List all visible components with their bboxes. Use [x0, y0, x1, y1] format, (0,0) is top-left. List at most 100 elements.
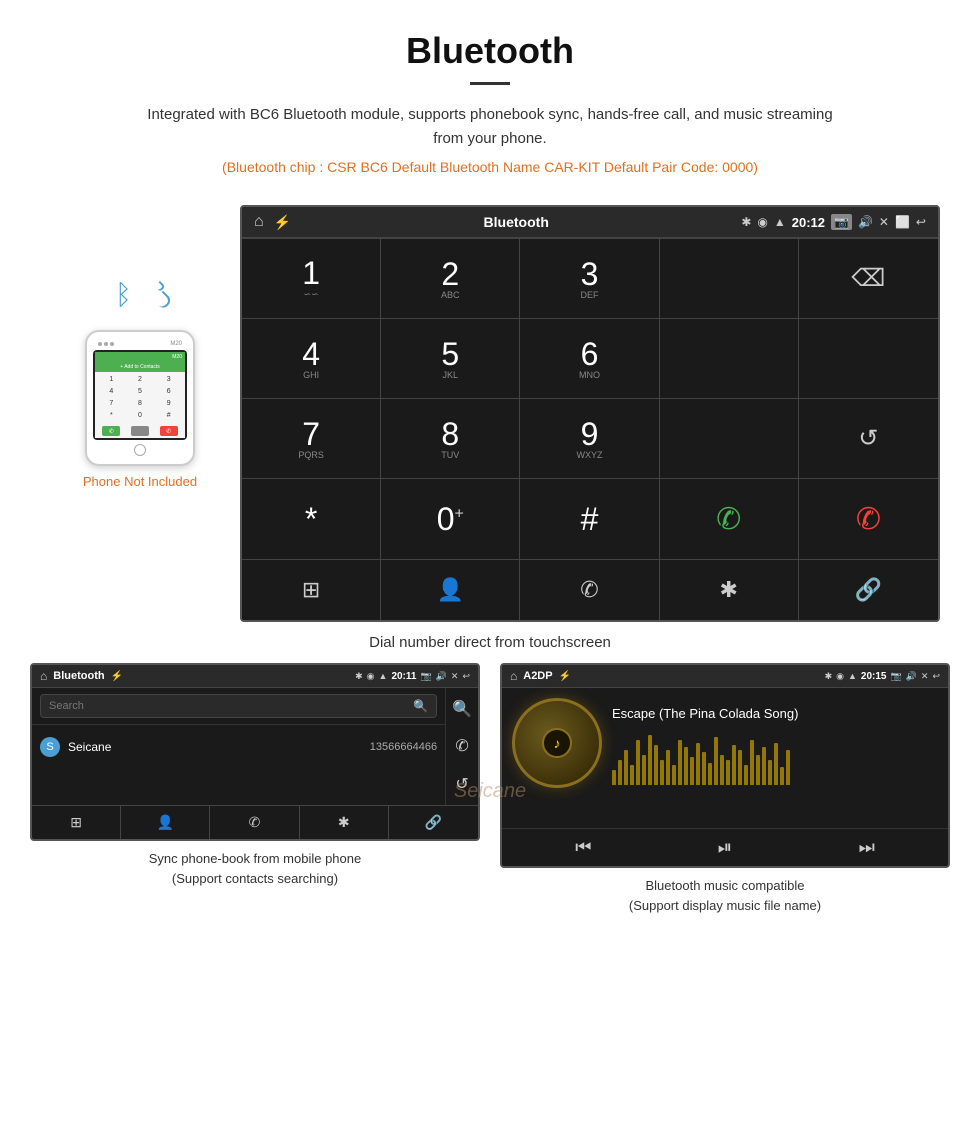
music-loc-icon: ◉ — [836, 671, 844, 682]
toolbar-dialpad-btn[interactable]: ⊞ — [242, 560, 381, 620]
dialpad-call-green[interactable]: ✆ — [660, 479, 799, 559]
dialpad-key-4[interactable]: 4 GHI — [242, 319, 381, 399]
page-header: Bluetooth Integrated with BC6 Bluetooth … — [0, 0, 980, 205]
dialpad-key-1[interactable]: 1 ∽∽ — [242, 239, 381, 319]
music-cam-icon: 📷 — [890, 671, 901, 682]
dialpad-key-2[interactable]: 2 ABC — [381, 239, 520, 319]
play-pause-button[interactable]: ⏯ — [718, 837, 732, 858]
contacts-screen-title: Bluetooth — [53, 670, 104, 682]
phone-bottom-btns: ✆ ✆ — [95, 424, 185, 438]
visualizer-bar — [654, 745, 658, 785]
music-back-icon[interactable]: ↩ — [932, 671, 940, 682]
contacts-time: 20:11 — [391, 671, 416, 682]
visualizer-bar — [708, 763, 712, 785]
phone-top-bar: M20 — [93, 338, 187, 350]
music-status-bar: ⌂ A2DP ⚡ ✱ ◉ ▲ 20:15 📷 🔊 ✕ ↩ — [502, 665, 948, 688]
dialpad-key-hash[interactable]: # — [520, 479, 659, 559]
dialpad-backspace[interactable]: ⌫ — [799, 239, 938, 319]
phone-key-4: 4 — [101, 386, 121, 397]
phone-key-5: 5 — [130, 386, 150, 397]
main-android-screen: ⌂ ⚡ Bluetooth ✱ ◉ ▲ 20:12 📷 🔊 ✕ ⬜ ↩ 1 — [240, 205, 940, 622]
toolbar-phone-btn[interactable]: ✆ — [520, 560, 659, 620]
phone-contacts-label: + Add to Contacts — [95, 362, 185, 372]
music-caption-line2: (Support display music file name) — [629, 898, 821, 913]
home-icon[interactable]: ⌂ — [254, 213, 264, 231]
music-usb-icon: ⚡ — [559, 671, 571, 682]
small-tb-link[interactable]: 🔗 — [389, 806, 478, 839]
dialpad-key-star[interactable]: * — [242, 479, 381, 559]
music-album-art: ♪ — [512, 698, 602, 788]
phone-call-button[interactable]: ✆ — [102, 426, 120, 436]
dialpad-key-0[interactable]: 0+ — [381, 479, 520, 559]
phone-home-circle[interactable] — [134, 444, 146, 456]
dialpad-key-8[interactable]: 8 TUV — [381, 399, 520, 479]
contacts-screen: ⌂ Bluetooth ⚡ ✱ ◉ ▲ 20:11 📷 🔊 ✕ ↩ — [30, 663, 480, 841]
next-track-button[interactable]: ⏭ — [859, 837, 875, 858]
bt-symbol: ᛒ — [115, 279, 132, 311]
toolbar-link-btn[interactable]: 🔗 — [799, 560, 938, 620]
key-3-number: 3 — [581, 256, 599, 292]
key-7-group: 7 PQRS — [298, 418, 324, 460]
phone-key-1: 1 — [101, 374, 121, 385]
key-8-letters: TUV — [441, 450, 459, 460]
contact-initial: S — [40, 737, 60, 757]
phone-dot — [104, 342, 108, 346]
dialpad-key-6[interactable]: 6 MNO — [520, 319, 659, 399]
phone-end-button[interactable] — [131, 426, 149, 436]
music-info: Escape (The Pina Colada Song) — [612, 698, 938, 818]
small-tb-contacts[interactable]: 👤 — [121, 806, 210, 839]
dialpad-call-red[interactable]: ✆ — [799, 479, 938, 559]
visualizer-bar — [720, 755, 724, 785]
visualizer-bar — [756, 755, 760, 785]
small-tb-phone[interactable]: ✆ — [210, 806, 299, 839]
toolbar-bluetooth-btn[interactable]: ✱ — [660, 560, 799, 620]
music-song-title: Escape (The Pina Colada Song) — [612, 706, 938, 721]
contacts-main-area: Search 🔍 S Seicane 13566664466 — [32, 688, 478, 805]
small-phone-icon: ✆ — [249, 814, 261, 831]
phone-hangup-button[interactable]: ✆ — [160, 426, 178, 436]
visualizer-bar — [714, 737, 718, 785]
right-refresh-icon[interactable]: ↺ — [455, 774, 468, 794]
small-tb-bt[interactable]: ✱ — [300, 806, 389, 839]
visualizer-bar — [690, 757, 694, 785]
music-status-right: ✱ ◉ ▲ 20:15 📷 🔊 ✕ ↩ — [825, 671, 940, 682]
music-signal-icon: ▲ — [848, 671, 857, 681]
visualizer-bar — [672, 765, 676, 785]
music-home-icon[interactable]: ⌂ — [510, 669, 517, 683]
contacts-caption: Sync phone-book from mobile phone (Suppo… — [30, 841, 480, 896]
contact-row[interactable]: S Seicane 13566664466 — [40, 731, 437, 763]
music-vol-icon: 🔊 — [906, 671, 917, 682]
contacts-back-icon[interactable]: ↩ — [462, 671, 470, 682]
contacts-signal-icon: ▲ — [379, 671, 388, 681]
right-phone-icon[interactable]: ✆ — [455, 736, 468, 756]
visualizer-bar — [768, 760, 772, 785]
main-status-bar: ⌂ ⚡ Bluetooth ✱ ◉ ▲ 20:12 📷 🔊 ✕ ⬜ ↩ — [242, 207, 938, 238]
dialpad-refresh[interactable]: ↺ — [799, 399, 938, 479]
right-search-icon[interactable]: 🔍 — [452, 699, 472, 719]
small-tb-dialpad[interactable]: ⊞ — [32, 806, 121, 839]
backspace-icon: ⌫ — [851, 264, 885, 293]
bt-arc-small — [154, 281, 165, 292]
phone-not-included-label: Phone Not Included — [83, 474, 197, 489]
phone-key-6: 6 — [159, 386, 179, 397]
key-9-group: 9 WXYZ — [576, 418, 602, 460]
contacts-status-left: ⌂ Bluetooth ⚡ — [40, 669, 123, 683]
back-icon[interactable]: ↩ — [916, 215, 926, 229]
dialpad-key-5[interactable]: 5 JKL — [381, 319, 520, 399]
right-icons-panel: 🔍 ✆ ↺ — [445, 688, 478, 805]
key-2-number: 2 — [441, 256, 459, 292]
key-1-group: 1 ∽∽ — [302, 257, 320, 300]
visualizer-bar — [648, 735, 652, 785]
contacts-home-icon[interactable]: ⌂ — [40, 669, 47, 683]
dialpad-empty-3 — [660, 399, 799, 479]
phone-home-btn-area — [93, 440, 187, 458]
dialpad-key-3[interactable]: 3 DEF — [520, 239, 659, 319]
android-toolbar: ⊞ 👤 ✆ ✱ 🔗 — [242, 559, 938, 620]
dialpad-key-9[interactable]: 9 WXYZ — [520, 399, 659, 479]
visualizer-bar — [612, 770, 616, 785]
dialpad-key-7[interactable]: 7 PQRS — [242, 399, 381, 479]
toolbar-contacts-btn[interactable]: 👤 — [381, 560, 520, 620]
prev-track-button[interactable]: ⏮ — [575, 837, 591, 858]
contacts-search-box[interactable]: Search 🔍 — [40, 694, 437, 718]
small-bt-icon: ✱ — [338, 814, 350, 831]
